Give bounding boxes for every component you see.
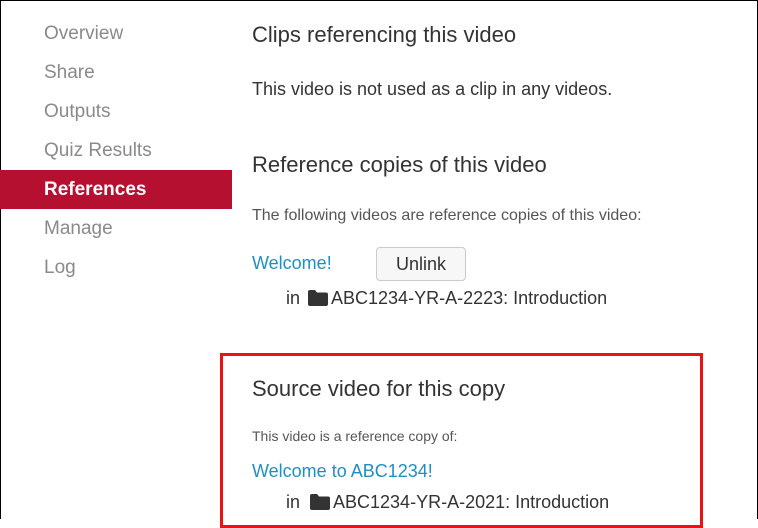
sidebar-item-share[interactable]: Share [0,53,232,92]
sidebar-item-references[interactable]: References [0,170,232,209]
reference-copy-in-label: in [286,288,301,308]
reference-copies-intro: The following videos are reference copie… [252,207,642,224]
unlink-button[interactable]: Unlink [376,247,466,281]
reference-copy-folder[interactable]: ABC1234-YR-A-2223: Introduction [331,288,607,308]
sidebar-nav: Overview Share Outputs Quiz Results Refe… [0,14,232,287]
folder-icon [308,290,329,311]
clips-message: This video is not used as a clip in any … [252,79,613,99]
reference-copy-link[interactable]: Welcome! [252,253,332,274]
source-highlight-box [220,353,703,528]
sidebar-item-log[interactable]: Log [0,248,232,287]
sidebar-item-outputs[interactable]: Outputs [0,92,232,131]
sidebar-item-quiz-results[interactable]: Quiz Results [0,131,232,170]
reference-copies-heading: Reference copies of this video [252,152,547,177]
clips-heading: Clips referencing this video [252,22,517,47]
sidebar-item-manage[interactable]: Manage [0,209,232,248]
reference-copy-location: in ABC1234-YR-A-2223: Introduction [286,288,607,311]
sidebar-item-overview[interactable]: Overview [0,14,232,53]
